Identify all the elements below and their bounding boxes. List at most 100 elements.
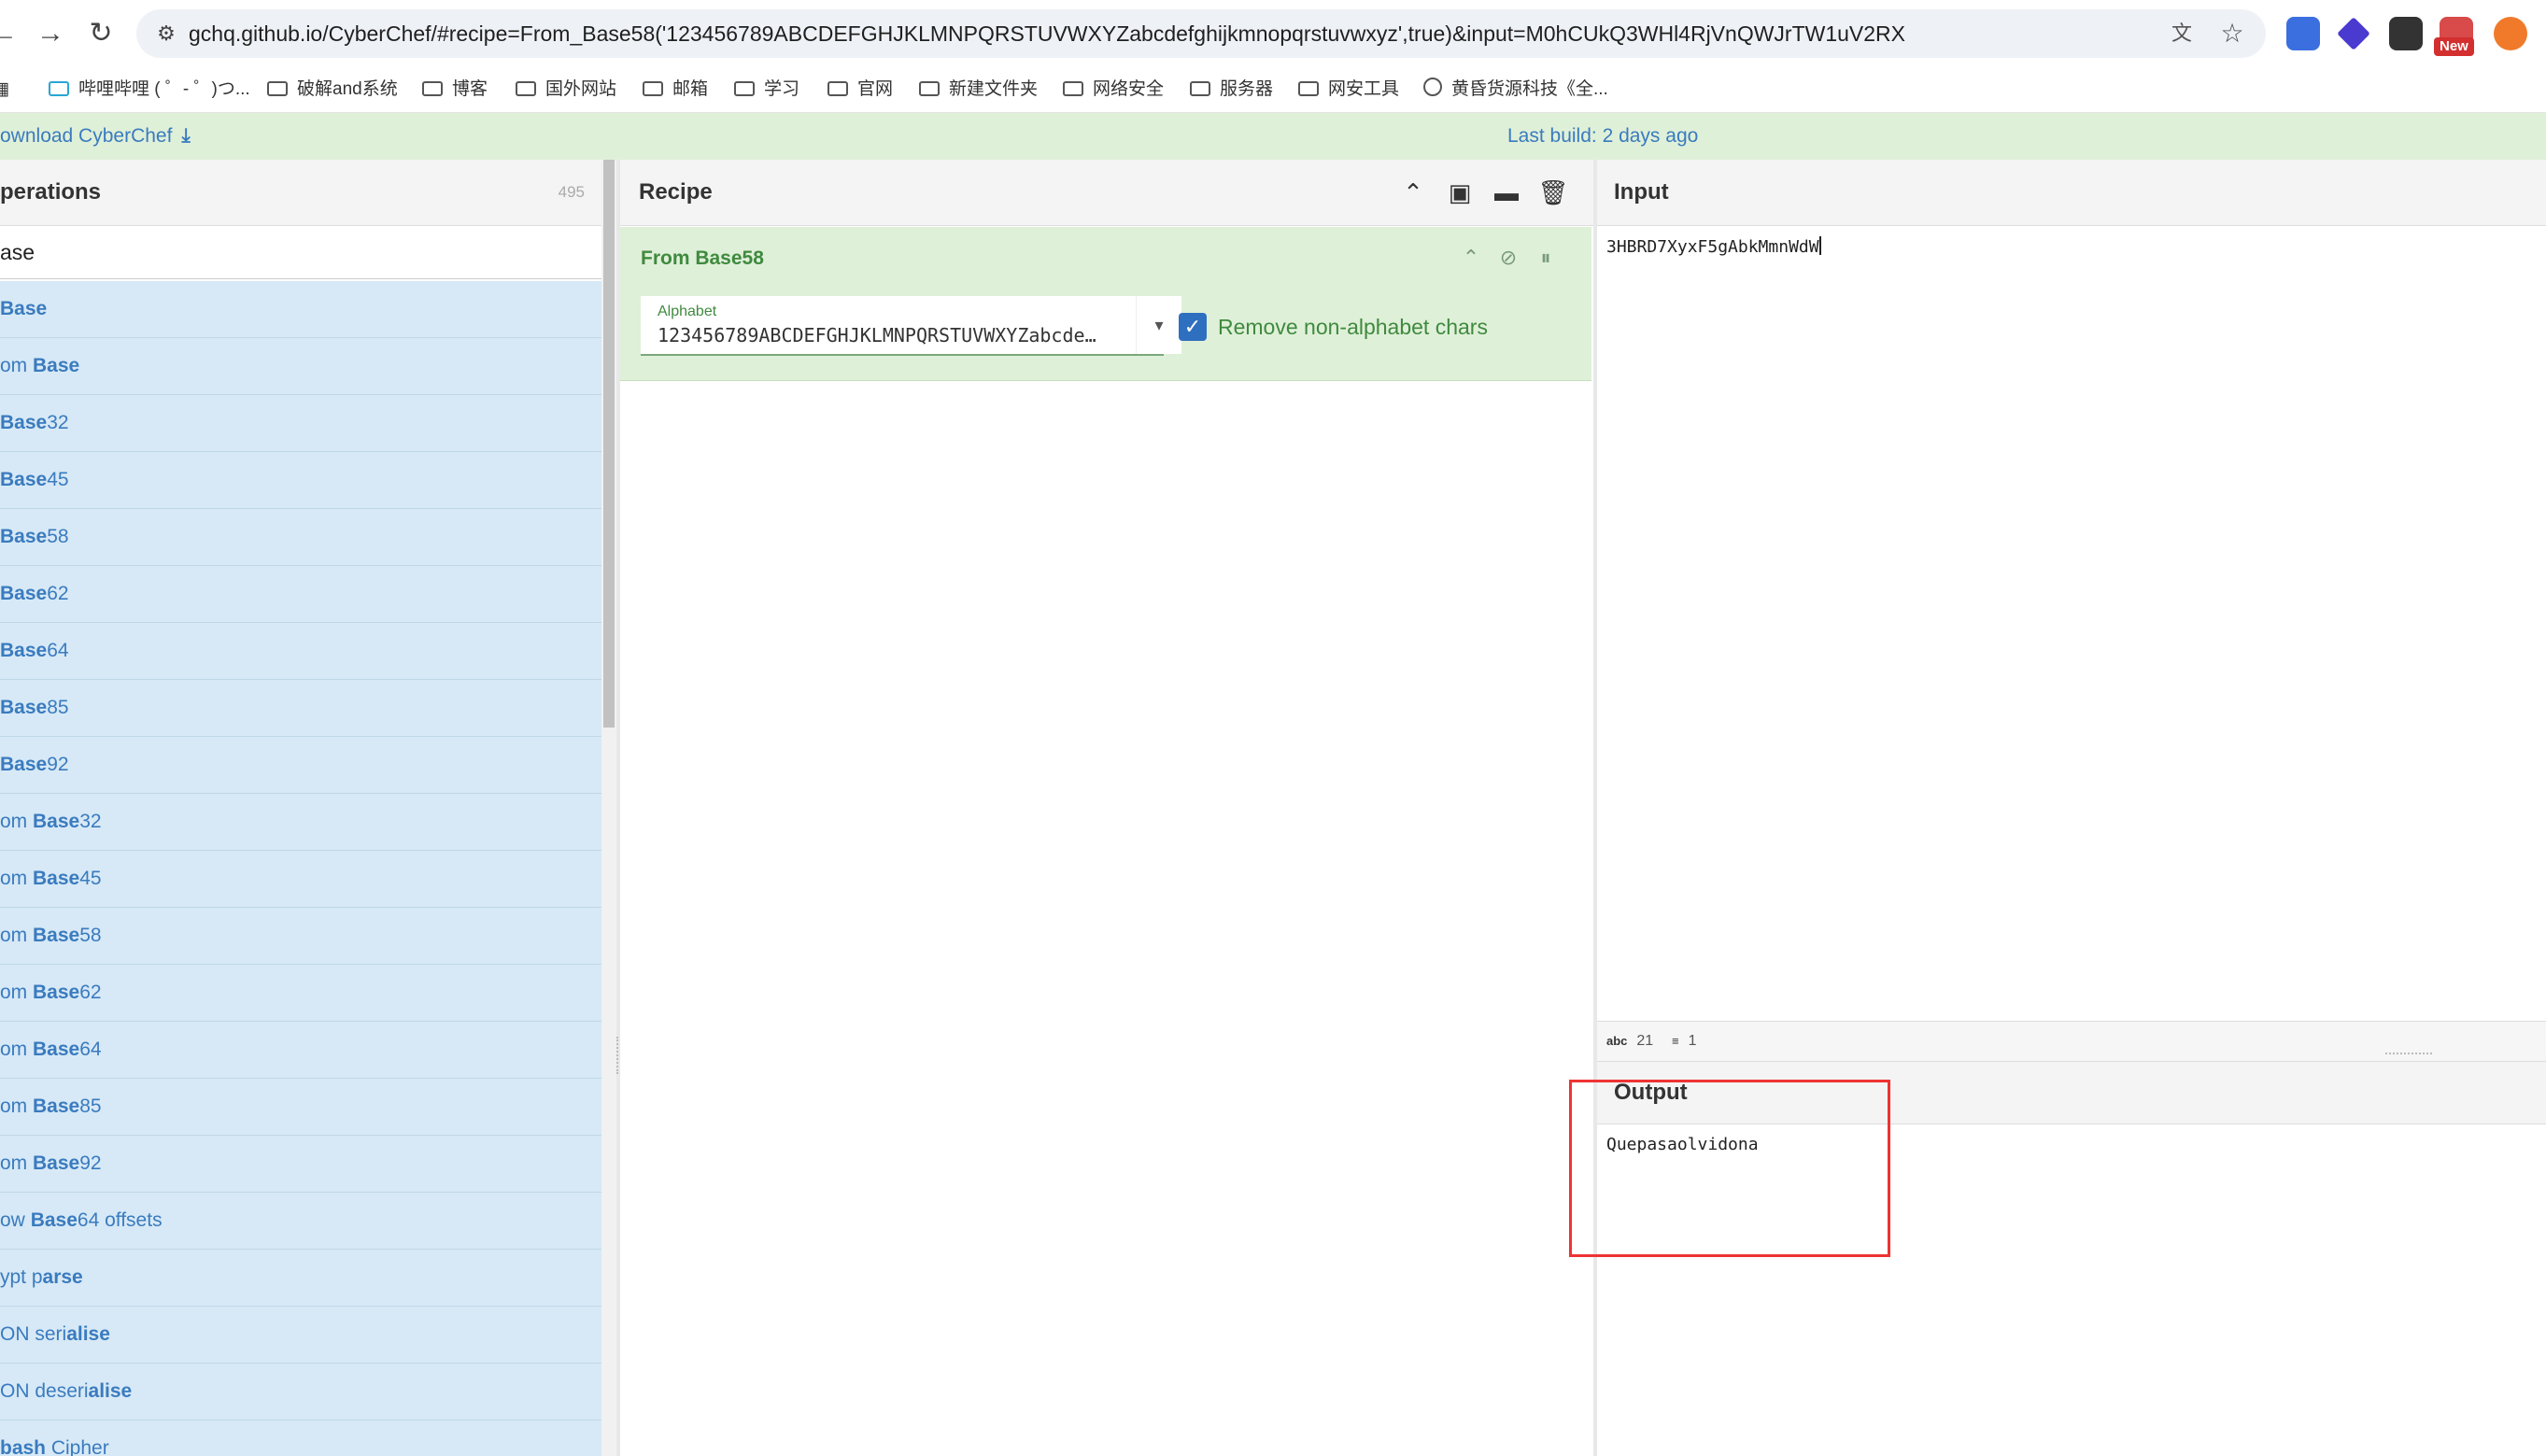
operation-item-text: 64 bbox=[79, 1039, 102, 1060]
bookmark-folder[interactable]: 新建文件夹 bbox=[919, 67, 1038, 112]
operations-pane: perations 495 Baseom BaseBase32Base45Bas… bbox=[0, 160, 601, 1456]
char-count: abc 21 bbox=[1606, 1033, 1654, 1049]
operation-item-text: Base bbox=[33, 982, 80, 1003]
folder-icon bbox=[734, 81, 755, 96]
disable-icon[interactable]: ⊘ bbox=[1494, 244, 1522, 272]
apps-grid-icon[interactable]: ▦ bbox=[0, 67, 9, 112]
bookmark-star-icon[interactable]: ☆ bbox=[2217, 19, 2247, 49]
operation-list-item[interactable]: Base92 bbox=[0, 737, 601, 794]
operations-header: perations 495 bbox=[0, 160, 601, 226]
operation-list-item[interactable]: Base32 bbox=[0, 395, 601, 452]
operation-list-item[interactable]: ON serialise bbox=[0, 1307, 601, 1364]
translate-extension-icon[interactable] bbox=[2286, 17, 2320, 50]
url-text[interactable]: gchq.github.io/CyberChef/#recipe=From_Ba… bbox=[189, 9, 1905, 58]
operation-item-text: om bbox=[0, 1039, 34, 1060]
operation-list-item[interactable]: om Base58 bbox=[0, 908, 601, 965]
scrollbar-thumb[interactable] bbox=[603, 160, 615, 728]
bookmark-folder[interactable]: 网络安全 bbox=[1063, 67, 1164, 112]
back-icon[interactable]: ← bbox=[0, 17, 21, 50]
operation-item-text: Base bbox=[33, 1096, 80, 1117]
operation-list-item[interactable]: bash Cipher bbox=[0, 1421, 601, 1456]
pause-icon[interactable]: ⏸ bbox=[1532, 244, 1560, 272]
reload-icon[interactable]: ↻ bbox=[84, 17, 118, 50]
operation-item-text: Base bbox=[33, 811, 80, 832]
bookmark-folder[interactable]: 邮箱 bbox=[643, 67, 708, 112]
operation-list-item[interactable]: om Base bbox=[0, 338, 601, 395]
folder-icon[interactable]: ▬ bbox=[1491, 177, 1522, 208]
operation-item-text: om bbox=[0, 925, 34, 946]
folder-icon bbox=[643, 81, 663, 96]
alphabet-value[interactable]: 123456789ABCDEFGHJKLMNPQRSTUVWXYZabcdefg… bbox=[658, 324, 1096, 346]
operations-count: 495 bbox=[558, 183, 585, 201]
operation-item-text: 32 bbox=[79, 811, 102, 832]
trash-icon[interactable]: 🗑 bbox=[1537, 177, 1569, 208]
site-info-icon[interactable]: ⚙ bbox=[153, 21, 179, 47]
forward-icon[interactable]: → bbox=[34, 17, 67, 50]
download-link[interactable]: ownload CyberChef ⤓ bbox=[0, 113, 191, 160]
recipe-operation-card[interactable]: From Base58 ⌃ ⊘ ⏸ Alphabet 123456789ABCD… bbox=[620, 227, 1591, 381]
extension-dark-icon[interactable] bbox=[2389, 17, 2423, 50]
operation-list-item[interactable]: ypt parse bbox=[0, 1250, 601, 1307]
chevron-up-icon[interactable]: ⌃ bbox=[1397, 177, 1429, 208]
chevron-down-icon[interactable]: ▾ bbox=[1136, 296, 1181, 354]
alphabet-field[interactable]: Alphabet 123456789ABCDEFGHJKLMNPQRSTUVWX… bbox=[641, 296, 1181, 356]
folder-icon bbox=[1063, 81, 1083, 96]
operations-scrollbar[interactable] bbox=[601, 160, 616, 1456]
bookmark-folder[interactable]: 官网 bbox=[827, 67, 893, 112]
download-icon[interactable]: ⤓ bbox=[181, 125, 190, 147]
recipe-header: Recipe ⌃ ▣ ▬ 🗑 bbox=[620, 160, 1593, 226]
operation-list-item[interactable]: Base45 bbox=[0, 452, 601, 509]
operation-item-text: 62 bbox=[47, 583, 69, 604]
extension-orange-icon[interactable] bbox=[2494, 17, 2527, 50]
bookmark-bilibili[interactable]: 哔哩哔哩 ( ゜- ゜)つ... bbox=[49, 67, 250, 112]
operation-item-text: Base bbox=[0, 583, 48, 604]
folder-icon bbox=[1298, 81, 1319, 96]
operation-list-item[interactable]: om Base64 bbox=[0, 1022, 601, 1079]
operation-list-item[interactable]: Base62 bbox=[0, 566, 601, 623]
bookmarks-bar: ▦ 哔哩哔哩 ( ゜- ゜)つ... 破解and系统 博客 国外网站 邮箱 学习… bbox=[0, 67, 2546, 113]
operation-list-item[interactable]: Base64 bbox=[0, 623, 601, 680]
operation-list-item[interactable]: Base bbox=[0, 281, 601, 338]
input-textarea[interactable]: 3HBRD7XyxF5gAbkMmnWdW bbox=[1606, 236, 1821, 257]
operations-title: perations bbox=[0, 179, 102, 205]
operation-item-text: 62 bbox=[79, 982, 102, 1003]
operation-name: From Base58 bbox=[641, 247, 764, 269]
remove-non-alphabet-label[interactable]: Remove non-alphabet chars bbox=[1218, 313, 1488, 341]
bookmark-folder[interactable]: 学习 bbox=[734, 67, 799, 112]
remove-non-alphabet-checkbox[interactable]: ✓ bbox=[1179, 313, 1207, 341]
bookmark-folder[interactable]: 网安工具 bbox=[1298, 67, 1399, 112]
operation-list-item[interactable]: om Base92 bbox=[0, 1136, 601, 1193]
operation-list-item[interactable]: om Base45 bbox=[0, 851, 601, 908]
operation-item-text: Base bbox=[0, 298, 48, 319]
operation-item-text: Base bbox=[33, 868, 80, 889]
operation-item-text: ON deseri bbox=[0, 1380, 89, 1402]
tv-icon bbox=[49, 81, 69, 96]
operations-search-input[interactable] bbox=[0, 226, 601, 279]
bookmark-folder[interactable]: 破解and系统 bbox=[267, 67, 398, 112]
text-caret bbox=[1818, 236, 1821, 255]
operation-list-item[interactable]: ow Base64 offsets bbox=[0, 1193, 601, 1250]
resize-handle[interactable] bbox=[2385, 1053, 2432, 1058]
bookmark-folder[interactable]: 国外网站 bbox=[516, 67, 616, 112]
chevron-up-icon[interactable]: ⌃ bbox=[1457, 244, 1485, 272]
abc-icon: abc bbox=[1606, 1034, 1628, 1048]
operation-list-item[interactable]: Base85 bbox=[0, 680, 601, 737]
bookmark-folder[interactable]: 博客 bbox=[422, 67, 488, 112]
operation-list-item[interactable]: om Base85 bbox=[0, 1079, 601, 1136]
translate-icon[interactable]: 文 bbox=[2167, 19, 2197, 49]
browser-toolbar: ← → ↻ ⚙ gchq.github.io/CyberChef/#recipe… bbox=[0, 0, 2546, 67]
io-pane: Input 3HBRD7XyxF5gAbkMmnWdW abc 21 ≡ 1 Out… bbox=[1597, 160, 2546, 1456]
save-icon[interactable]: ▣ bbox=[1444, 177, 1476, 208]
operation-list-item[interactable]: Base58 bbox=[0, 509, 601, 566]
extension-diamond-icon[interactable] bbox=[2337, 17, 2370, 50]
address-bar[interactable]: ⚙ gchq.github.io/CyberChef/#recipe=From_… bbox=[136, 9, 2266, 58]
operation-list-item[interactable]: ON deserialise bbox=[0, 1364, 601, 1421]
operation-item-text: 58 bbox=[47, 526, 69, 547]
bookmark-site[interactable]: 黄昏货源科技《全... bbox=[1423, 67, 1608, 112]
operation-item-text: Base bbox=[0, 526, 48, 547]
bookmark-folder[interactable]: 服务器 bbox=[1190, 67, 1273, 112]
operation-list-item[interactable]: om Base32 bbox=[0, 794, 601, 851]
operation-item-text: 58 bbox=[79, 925, 102, 946]
operation-item-text: Base bbox=[0, 469, 48, 490]
operation-list-item[interactable]: om Base62 bbox=[0, 965, 601, 1022]
